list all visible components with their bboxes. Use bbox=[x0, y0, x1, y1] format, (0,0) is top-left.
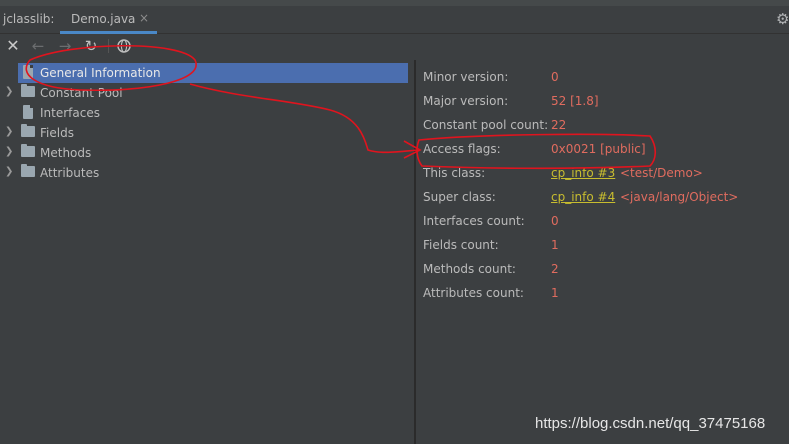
file-icon bbox=[23, 105, 33, 119]
tree-item-label: Interfaces bbox=[40, 106, 100, 120]
info-row-this-class: This class: cp_info #3 <test/Demo> bbox=[416, 156, 789, 180]
tool-window-title: jclasslib: bbox=[3, 12, 55, 26]
info-value: 1 bbox=[551, 238, 559, 252]
tree-item-attributes[interactable]: ❯ Attributes bbox=[0, 163, 414, 183]
file-icon bbox=[23, 65, 33, 79]
expand-arrow-icon[interactable]: ❯ bbox=[5, 126, 13, 137]
info-value: 1 bbox=[551, 286, 559, 300]
info-value: 52 [1.8] bbox=[551, 94, 599, 108]
back-arrow-icon[interactable]: ← bbox=[28, 36, 48, 56]
info-key: This class: bbox=[423, 166, 486, 180]
cp-info-link[interactable]: cp_info #3 bbox=[551, 166, 615, 180]
info-row-methods-count: Methods count: 2 bbox=[416, 252, 789, 276]
info-key: Access flags: bbox=[423, 142, 501, 156]
tree-item-general-information[interactable]: General Information bbox=[0, 63, 414, 83]
info-key: Attributes count: bbox=[423, 286, 524, 300]
web-icon[interactable] bbox=[114, 36, 134, 58]
general-information-panel: Minor version: 0 Major version: 52 [1.8]… bbox=[416, 60, 789, 444]
info-row-fields-count: Fields count: 1 bbox=[416, 228, 789, 252]
info-value: 0 bbox=[551, 70, 559, 84]
folder-icon bbox=[21, 164, 35, 177]
close-icon[interactable]: ✕ bbox=[3, 36, 23, 56]
info-note: <test/Demo> bbox=[620, 166, 703, 180]
expand-arrow-icon[interactable]: ❯ bbox=[5, 166, 13, 177]
info-key: Methods count: bbox=[423, 262, 516, 276]
folder-icon bbox=[21, 144, 35, 157]
jclasslib-window: jclasslib: Demo.java × ⚙ ✕ ← → ↻ General… bbox=[0, 0, 789, 444]
info-row-attributes-count: Attributes count: 1 bbox=[416, 276, 789, 300]
info-value: 0x0021 [public] bbox=[551, 142, 646, 156]
info-note: <java/lang/Object> bbox=[620, 190, 739, 204]
tree-item-fields[interactable]: ❯ Fields bbox=[0, 123, 414, 143]
info-key: Minor version: bbox=[423, 70, 509, 84]
info-value: 2 bbox=[551, 262, 559, 276]
tree-item-methods[interactable]: ❯ Methods bbox=[0, 143, 414, 163]
folder-icon bbox=[21, 124, 35, 137]
info-key: Major version: bbox=[423, 94, 509, 108]
info-row-interfaces-count: Interfaces count: 0 bbox=[416, 204, 789, 228]
info-key: Constant pool count: bbox=[423, 118, 549, 132]
gear-icon[interactable]: ⚙ bbox=[776, 10, 789, 28]
info-key: Fields count: bbox=[423, 238, 499, 252]
tab-demo-java[interactable]: Demo.java × bbox=[60, 6, 157, 34]
tree-item-constant-pool[interactable]: ❯ Constant Pool bbox=[0, 83, 414, 103]
expand-arrow-icon[interactable]: ❯ bbox=[5, 146, 13, 157]
info-key: Super class: bbox=[423, 190, 496, 204]
tab-label: Demo.java bbox=[71, 12, 136, 26]
info-row-constant-pool-count: Constant pool count: 22 bbox=[416, 108, 789, 132]
class-structure-tree: General Information ❯ Constant Pool Inte… bbox=[0, 60, 414, 444]
tree-item-interfaces[interactable]: Interfaces bbox=[0, 103, 414, 123]
expand-arrow-icon[interactable]: ❯ bbox=[5, 86, 13, 97]
folder-icon bbox=[21, 84, 35, 97]
tab-close-icon[interactable]: × bbox=[139, 11, 149, 25]
watermark-text: https://blog.csdn.net/qq_37475168 bbox=[535, 415, 766, 432]
info-row-super-class: Super class: cp_info #4 <java/lang/Objec… bbox=[416, 180, 789, 204]
info-row-minor-version: Minor version: 0 bbox=[416, 60, 789, 84]
info-value: 22 bbox=[551, 118, 567, 132]
tree-item-label: Attributes bbox=[40, 166, 100, 180]
toolbar-separator bbox=[108, 39, 109, 53]
forward-arrow-icon[interactable]: → bbox=[55, 36, 75, 56]
tree-item-label: Fields bbox=[40, 126, 74, 140]
tree-item-label: Constant Pool bbox=[40, 86, 123, 100]
toolbar: ✕ ← → ↻ bbox=[0, 34, 789, 59]
tree-item-label: Methods bbox=[40, 146, 92, 160]
tab-bar: jclasslib: Demo.java × ⚙ bbox=[0, 6, 789, 34]
tree-item-label: General Information bbox=[40, 66, 161, 80]
cp-info-link[interactable]: cp_info #4 bbox=[551, 190, 615, 204]
refresh-icon[interactable]: ↻ bbox=[81, 36, 101, 56]
info-row-major-version: Major version: 52 [1.8] bbox=[416, 84, 789, 108]
info-value: 0 bbox=[551, 214, 559, 228]
info-row-access-flags: Access flags: 0x0021 [public] bbox=[416, 132, 789, 156]
info-key: Interfaces count: bbox=[423, 214, 525, 228]
